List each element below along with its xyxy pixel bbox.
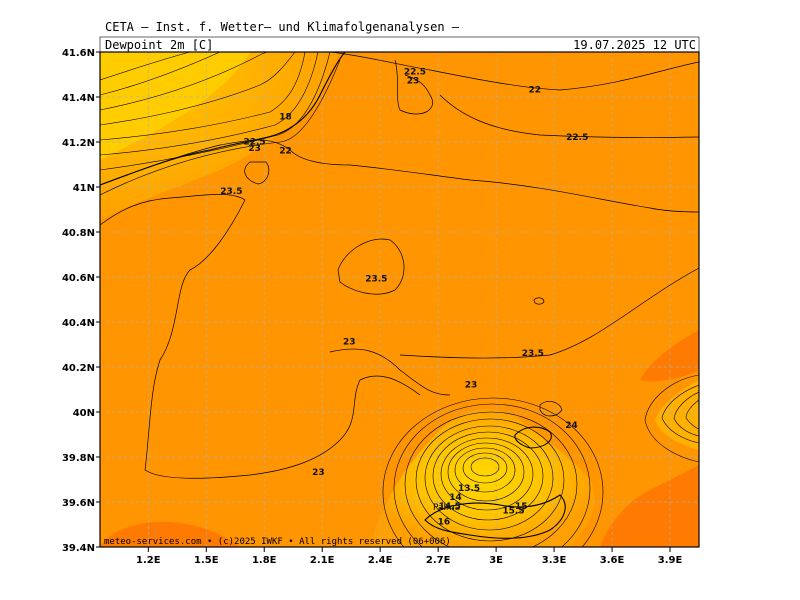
contour-label: 23 [407,77,420,87]
y-tick-label: 41.4N [62,93,95,104]
x-tick-label: 3.9E [658,555,683,566]
footer-credit: meteo-services.com • (c)2025 IWKF • All … [104,537,451,547]
y-tick-label: 40.8N [62,228,95,239]
x-tick-label: 2.7E [426,555,451,566]
y-tick-label: 41.2N [62,138,95,149]
x-tick-label: 3.6E [600,555,625,566]
x-tick-label: 2.4E [368,555,393,566]
y-tick-label: 40.6N [62,273,95,284]
dewpoint-map: 22.5232222.51822.523 2223.523.52323.52324… [62,36,700,566]
y-tick-label: 41N [73,183,95,194]
contour-label: 23.5 [365,275,387,285]
y-tick-label: 39.8N [62,453,95,464]
contour-label: 22 [528,86,541,96]
y-tick-label: 40.2N [62,363,95,374]
y-tick-label: 41.6N [62,48,95,59]
x-tick-label: 3.3E [542,555,567,566]
y-tick-label: 39.4N [62,543,95,554]
contour-label: 24 [565,421,578,431]
y-tick-label: 39.6N [62,498,95,509]
contour-label: 22.5 [566,133,588,143]
x-tick-label: 1.5E [194,555,219,566]
contour-label: 23.5 [522,349,544,359]
y-tick-label: 40N [73,408,95,419]
contour-label: 23 [312,468,325,478]
contour-label: 23 [465,380,478,390]
x-tick-label: 3E [489,555,503,566]
contour-label: 22 [279,146,292,156]
header-box [99,36,700,53]
x-tick-label: 2.1E [310,555,335,566]
x-tick-label: 1.8E [252,555,277,566]
contour-label: 23 [248,144,261,154]
place-label-palma: Palma [433,503,460,513]
contour-label: 16 [438,518,451,528]
y-tick-label: 40.4N [62,318,95,329]
contour-label: 18 [279,113,292,123]
x-axis: 1.2E 1.5E 1.8E 2.1E 2.4E 2.7E 3E 3.3E 3.6E 3.9E [136,547,682,566]
y-axis: 41.6N 41.4N 41.2N 41N 40.8N 40.6N 40.4N 40.2N 40… [62,48,100,554]
contour-label: 23.5 [220,187,242,197]
contour-label: 23 [343,338,356,348]
contour-label: 15.5 [502,506,524,516]
plot-area: 22.5232222.51822.523 2223.523.52323.52324… [100,52,699,547]
x-tick-label: 1.2E [136,555,161,566]
